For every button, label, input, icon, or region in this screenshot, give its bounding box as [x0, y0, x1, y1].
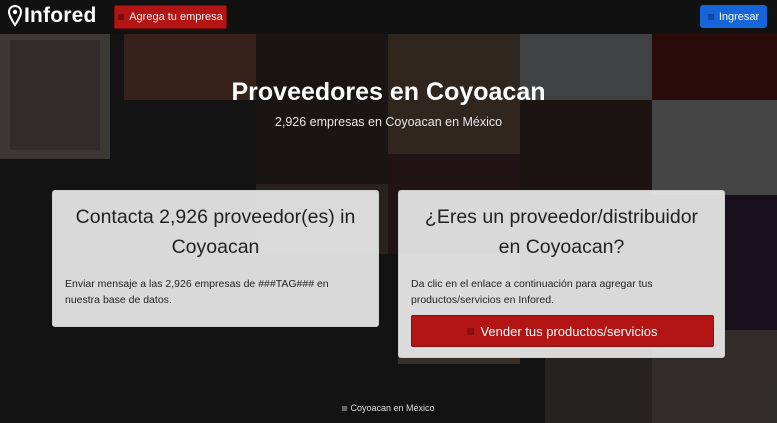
add-business-button[interactable]: Agrega tu empresa: [114, 5, 227, 29]
supplier-card-body: Da clic en el enlace a continuación para…: [411, 278, 653, 306]
page-subtitle: 2,926 empresas en Coyoacan en México: [274, 115, 503, 129]
add-business-label: Agrega tu empresa: [129, 11, 223, 23]
tag-icon: [467, 327, 475, 335]
plus-icon: [118, 14, 125, 20]
contact-card-body: Enviar mensaje a las 2,926 empresas de #…: [65, 278, 329, 306]
become-supplier-card: ¿Eres un proveedor/distribuidor en Coyoa…: [398, 190, 725, 358]
supplier-card-title: ¿Eres un proveedor/distribuidor en Coyoa…: [424, 206, 699, 258]
page-title: Proveedores en Coyoacan: [231, 78, 546, 106]
map-pin-icon: [8, 5, 22, 27]
footer-breadcrumb-label: Coyoacan en México: [350, 403, 435, 413]
contact-card-title: Contacta 2,926 proveedor(es) in Coyoacan: [75, 206, 356, 258]
login-label: Ingresar: [718, 10, 760, 23]
top-navbar: Infored Agrega tu empresa Ingresar: [0, 0, 777, 34]
brand-name: Infored: [24, 4, 97, 27]
contact-suppliers-card[interactable]: Contacta 2,926 proveedor(es) in Coyoacan…: [52, 190, 379, 327]
user-icon: [707, 13, 714, 20]
login-button[interactable]: Ingresar: [700, 5, 767, 28]
sell-products-button[interactable]: Vender tus productos/servicios: [411, 315, 714, 347]
brand-logo[interactable]: Infored: [8, 4, 97, 28]
location-icon: [342, 406, 348, 412]
sell-products-label: Vender tus productos/servicios: [480, 323, 658, 339]
footer-breadcrumb[interactable]: Coyoacan en México: [0, 403, 777, 413]
